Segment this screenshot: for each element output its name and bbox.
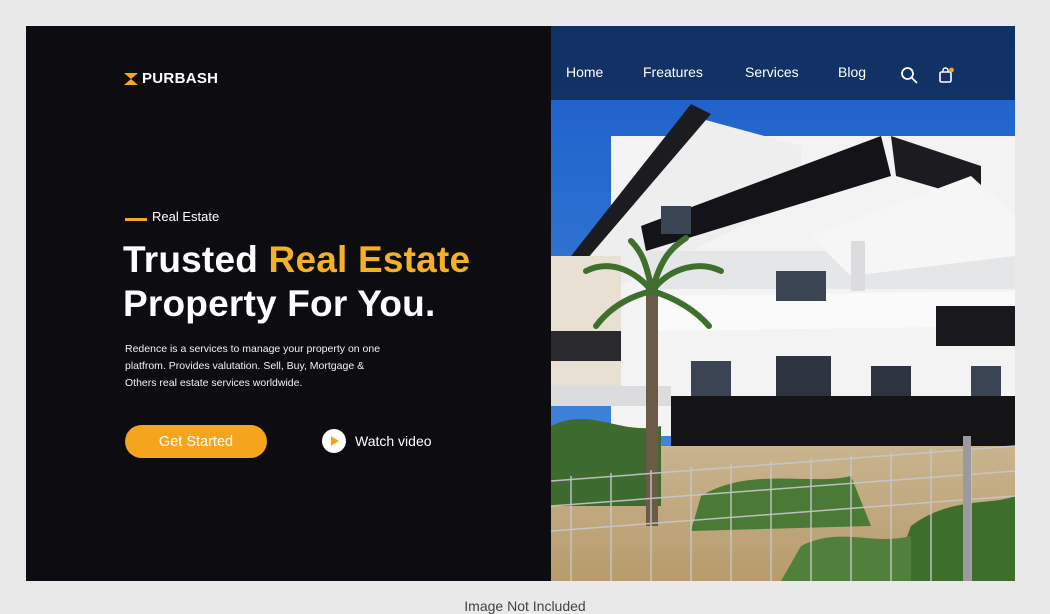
get-started-button[interactable]: Get Started [125,425,267,458]
image-not-included-note: Image Not Included [464,598,586,614]
hero-description: Redence is a services to manage your pro… [125,341,435,392]
search-icon[interactable] [900,66,918,84]
hero-section: PURBASH Real Estate Trusted Real Estate … [26,26,1015,581]
nav-item-services[interactable]: Services [745,64,799,80]
hero-kicker: Real Estate [125,209,219,224]
hero-description-line: Redence is a services to manage your pro… [125,343,381,355]
watch-video-button[interactable]: Watch video [322,429,432,453]
brand-logo[interactable]: PURBASH [124,70,218,87]
hero-description-line: platfrom. Provides valutation. Sell, Buy… [125,360,365,372]
hero-description-line: Others real estate services worldwide. [125,377,303,389]
hero-image-panel: Home Freatures Services Blog [551,26,1015,581]
kicker-text: Real Estate [152,209,220,224]
nav-item-blog[interactable]: Blog [838,64,866,80]
building-photo [551,26,1015,581]
top-navigation: Home Freatures Services Blog [551,26,1015,100]
nav-item-features[interactable]: Freatures [643,64,703,80]
logo-text: PURBASH [142,70,219,87]
hero-title-plain: Trusted [123,239,269,280]
watch-video-label: Watch video [355,433,432,449]
shopping-bag-icon[interactable] [937,66,955,84]
hero-title-line2: Property For You. [123,283,436,324]
hero-left-panel: PURBASH Real Estate Trusted Real Estate … [26,26,551,581]
play-icon[interactable] [322,429,346,453]
logo-mark-icon [124,72,138,85]
hero-title: Trusted Real Estate Property For You. [123,238,470,326]
kicker-line [125,218,147,221]
hero-title-accent: Real Estate [268,239,471,280]
nav-item-home[interactable]: Home [566,64,603,80]
